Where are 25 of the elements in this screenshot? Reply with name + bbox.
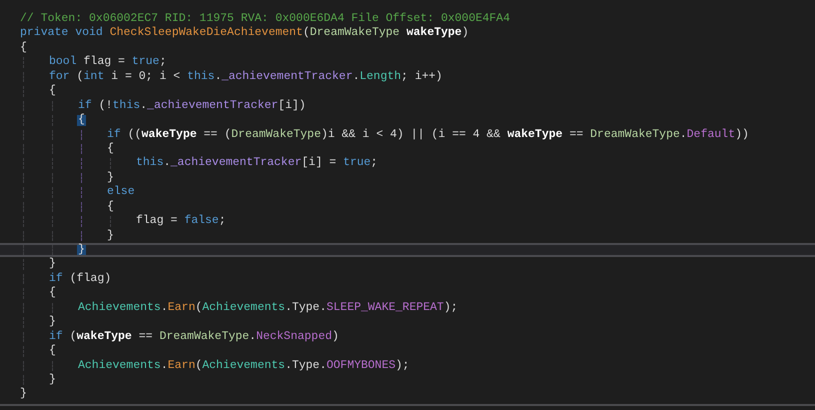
code-line: Achievements.Earn(Achievements.Type.SLEEP_WAKE_REPEAT); [77, 302, 459, 314]
code-line: } [48, 317, 57, 328]
code-line: } [48, 259, 57, 270]
code-line: flag = false; [135, 216, 227, 227]
code-line: } [106, 172, 115, 184]
code-line: if (wakeType == DreamWakeType.NeckSnapped) [48, 332, 340, 342]
code-line: for (int i = 0; i < this._achievementTracker.Length; i++) [48, 72, 444, 82]
code-line: { [106, 202, 115, 212]
code-line: { [106, 144, 115, 154]
code-line: { [48, 86, 57, 97]
code-line: if ((wakeType == (DreamWakeType)i && i < 4) || (i == 4 && wakeType == DreamWakeType.Default)) [106, 130, 750, 140]
code-line: if (flag) [48, 274, 112, 284]
code-line: { [19, 42, 28, 54]
code-line: if (!this._achievementTracker[i]) [77, 100, 307, 112]
code-line: bool flag = true; [48, 57, 168, 68]
code-line: Achievements.Earn(Achievements.Type.OOFMYBONES); [77, 360, 410, 371]
code-line: this._achievementTracker[i] = true; [135, 158, 379, 169]
code-line: } [19, 389, 28, 400]
code-line: // Token: 0x06002EC7 RID: 11975 RVA: 0x000E6DA4 File Offset: 0x000E4FA4 [19, 14, 511, 24]
code-line: } [106, 230, 115, 241]
code-line: else [106, 187, 136, 198]
code-line: private void CheckSleepWakeDieAchievement(DreamWakeType wakeType) [19, 28, 470, 39]
code-line: { [48, 288, 57, 299]
code-line: { [48, 346, 57, 356]
code-line: } [48, 374, 57, 386]
